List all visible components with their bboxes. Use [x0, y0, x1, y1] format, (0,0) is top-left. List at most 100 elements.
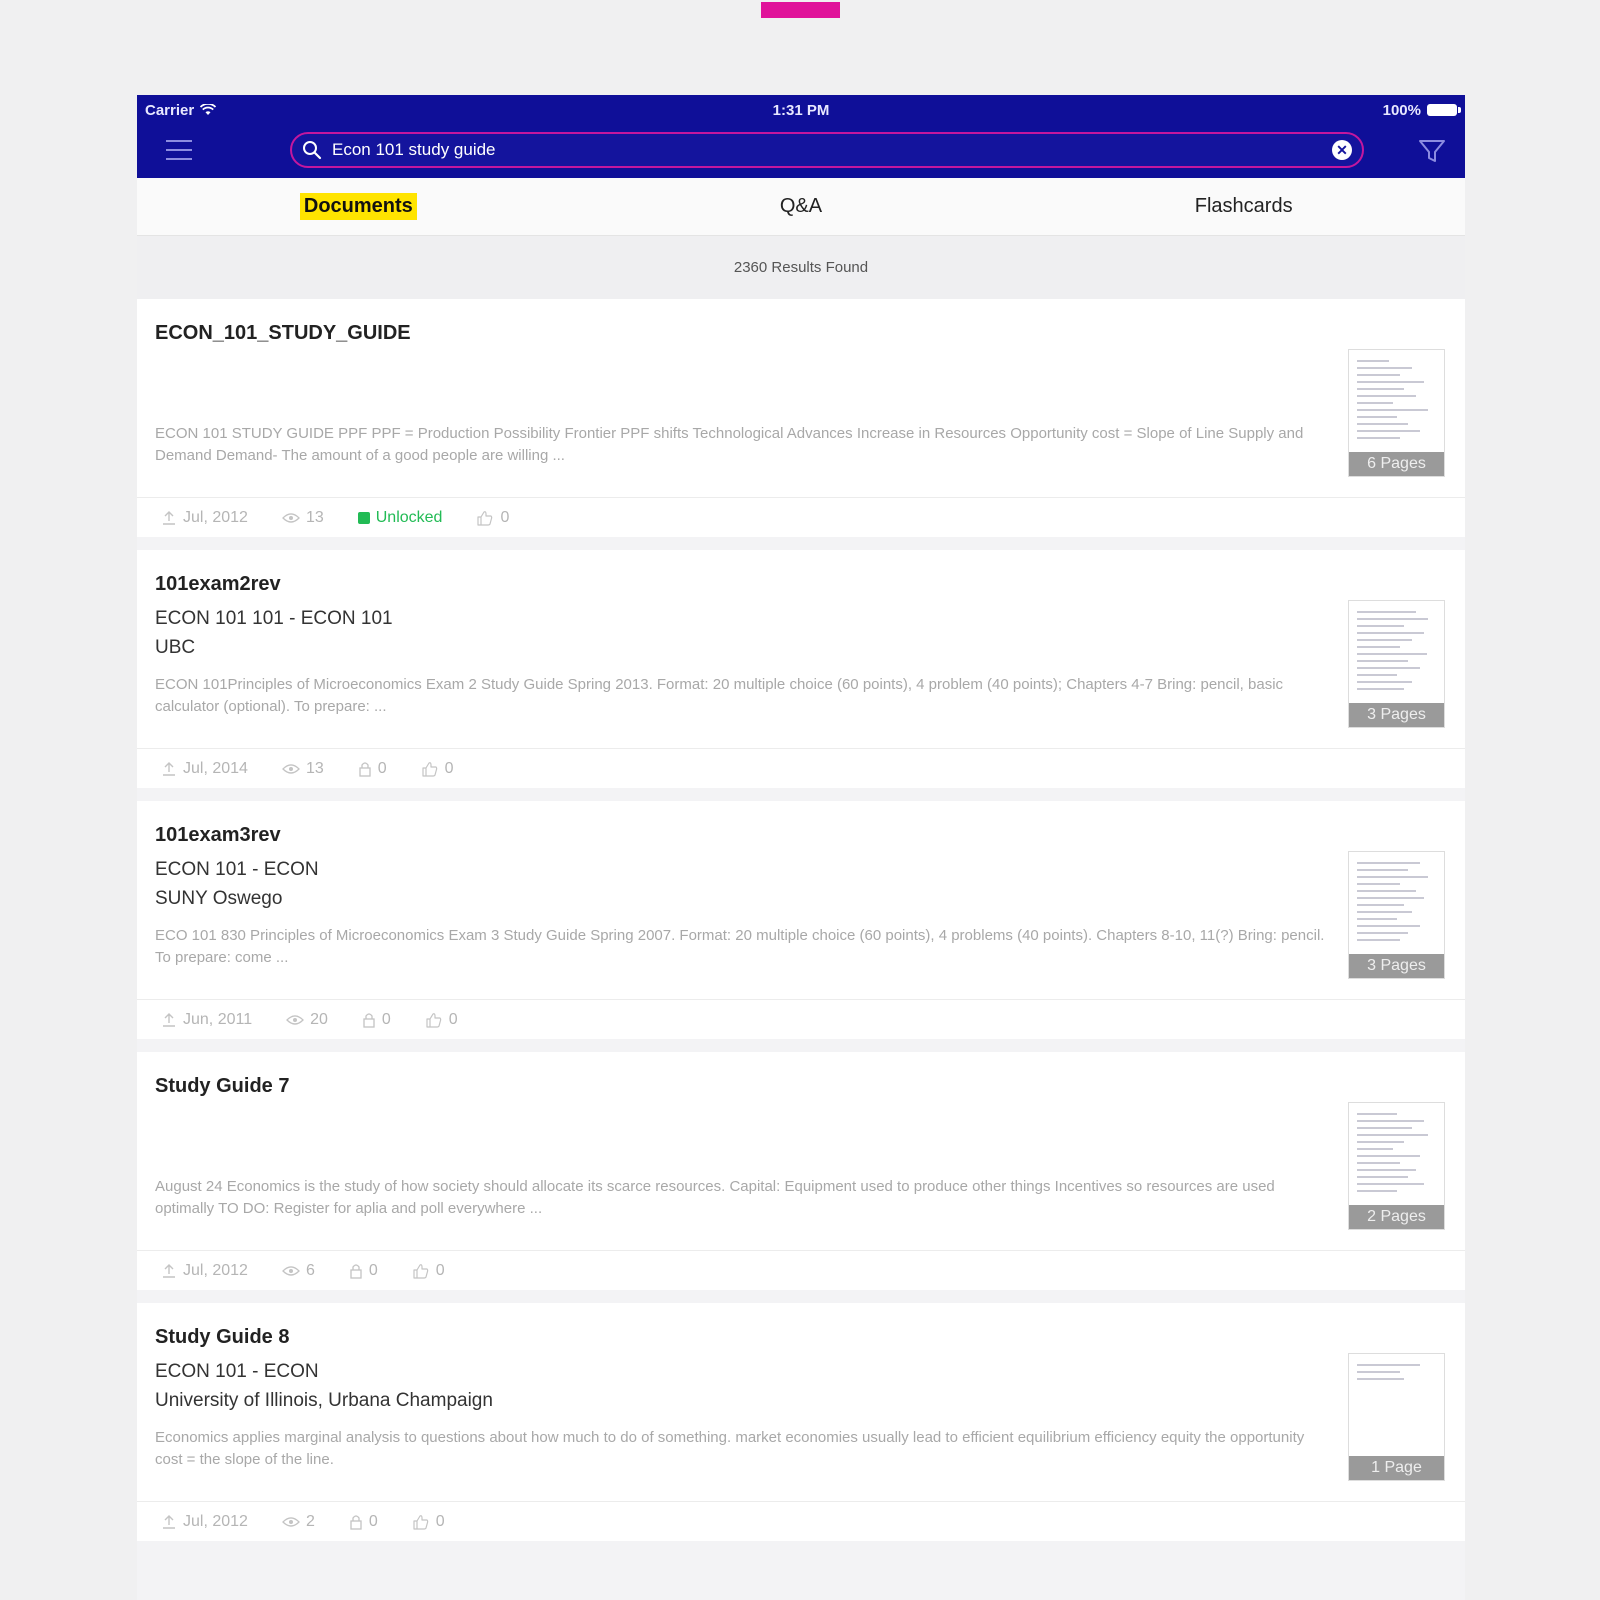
like-count[interactable]: 0: [421, 760, 454, 778]
search-box[interactable]: ✕: [290, 132, 1364, 168]
document-meta: Jul, 2014 13 0 0: [137, 748, 1465, 788]
document-thumbnail[interactable]: 6 Pages: [1348, 349, 1445, 477]
document-card[interactable]: 101exam2rev ECON 101 101 - ECON 101 UBC …: [137, 550, 1465, 788]
thumbs-up-icon: [413, 1514, 429, 1530]
document-meta: Jul, 2012 13 Unlocked 0: [137, 497, 1465, 537]
page-count: 3 Pages: [1349, 703, 1444, 727]
document-card[interactable]: Study Guide 7 August 24 Economics is the…: [137, 1052, 1465, 1290]
document-course: [155, 353, 1295, 382]
unlocked-label: Unlocked: [375, 508, 443, 526]
thumbs-up-icon: [426, 1012, 442, 1028]
unlocks-label: 0: [381, 1010, 391, 1028]
likes-label: 0: [435, 1261, 445, 1279]
tab-bar: Documents Q&A Flashcards: [137, 178, 1465, 236]
thumbnail-preview-lines: [1357, 1364, 1436, 1452]
clear-search-icon[interactable]: ✕: [1332, 140, 1352, 160]
upload-date: Jul, 2012: [161, 509, 248, 527]
document-list: ECON_101_STUDY_GUIDE ECON 101 STUDY GUID…: [137, 299, 1465, 1541]
document-card-body[interactable]: 101exam2rev ECON 101 101 - ECON 101 UBC …: [137, 550, 1465, 748]
tab-documents[interactable]: Documents: [137, 178, 580, 235]
app-header: Carrier 1:31 PM 100% Econ 101 study guid…: [137, 95, 1465, 178]
document-school: UBC: [155, 637, 196, 658]
document-snippet: ECON 101Principles of Microeconomics Exa…: [155, 676, 1284, 715]
document-meta: Jul, 2012 2 0 0: [137, 1501, 1465, 1541]
views-label: 13: [305, 508, 324, 526]
top-accent-bar: [761, 2, 840, 18]
document-school: SUNY Oswego: [155, 888, 283, 909]
search-icon: [303, 141, 322, 160]
unlock-status: 0: [362, 1011, 391, 1029]
document-snippet: August 24 Economics is the study of how …: [155, 1178, 1275, 1217]
document-card-body[interactable]: ECON_101_STUDY_GUIDE ECON 101 STUDY GUID…: [137, 299, 1465, 497]
unlock-status: Unlocked: [357, 508, 443, 527]
status-time: 1:31 PM: [772, 101, 830, 119]
views-label: 2: [305, 1512, 315, 1530]
document-snippet: ECON 101 STUDY GUIDE PPF PPF = Productio…: [155, 425, 1304, 464]
tab-flashcards[interactable]: Flashcards: [1022, 178, 1465, 235]
document-card[interactable]: 101exam3rev ECON 101 - ECON SUNY Oswego …: [137, 801, 1465, 1039]
document-thumbnail[interactable]: 3 Pages: [1348, 851, 1445, 979]
document-school: [155, 382, 1295, 411]
filter-icon[interactable]: [1417, 137, 1447, 165]
document-card[interactable]: ECON_101_STUDY_GUIDE ECON 101 STUDY GUID…: [137, 299, 1465, 537]
lock-icon: [350, 1514, 362, 1530]
eye-icon: [282, 1516, 300, 1527]
upload-icon: [163, 761, 175, 776]
menu-button[interactable]: [159, 130, 199, 170]
document-snippet: Economics applies marginal analysis to q…: [155, 1429, 1305, 1468]
app-screen: Carrier 1:31 PM 100% Econ 101 study guid…: [137, 95, 1465, 1600]
document-thumbnail[interactable]: 2 Pages: [1348, 1102, 1445, 1230]
results-count: 2360 Results Found: [137, 236, 1465, 299]
document-title[interactable]: Study Guide 7: [155, 1072, 1295, 1106]
thumbs-up-icon: [422, 761, 437, 777]
upload-date: Jun, 2011: [161, 1011, 252, 1029]
thumbs-up-icon: [477, 510, 493, 526]
document-card-body[interactable]: 101exam3rev ECON 101 - ECON SUNY Oswego …: [137, 801, 1465, 999]
thumbs-up-icon: [413, 1263, 429, 1279]
thumbnail-preview-lines: [1357, 1113, 1436, 1201]
document-card-body[interactable]: Study Guide 7 August 24 Economics is the…: [137, 1052, 1465, 1250]
upload-date: Jul, 2012: [161, 1262, 248, 1280]
views-label: 6: [305, 1261, 315, 1279]
document-snippet: ECO 101 830 Principles of Microeconomics…: [155, 927, 1325, 966]
document-title[interactable]: Study Guide 8: [155, 1323, 1295, 1357]
document-course: ECON 101 - ECON: [155, 859, 319, 880]
search-input[interactable]: [332, 140, 1332, 160]
date-label: Jul, 2012: [183, 508, 248, 526]
document-title[interactable]: ECON_101_STUDY_GUIDE: [155, 319, 1295, 353]
upload-date: Jul, 2012: [161, 1513, 248, 1531]
view-count: 13: [282, 760, 324, 778]
likes-label: 0: [444, 759, 454, 777]
document-thumbnail[interactable]: 1 Page: [1348, 1353, 1445, 1481]
lock-icon: [363, 1012, 375, 1028]
document-title[interactable]: 101exam3rev: [155, 821, 1295, 855]
eye-icon: [282, 763, 300, 774]
page-count: 3 Pages: [1349, 954, 1444, 978]
document-meta: Jul, 2012 6 0 0: [137, 1250, 1465, 1290]
battery-icon: [1427, 104, 1461, 116]
upload-date: Jul, 2014: [161, 760, 248, 778]
like-count[interactable]: 0: [476, 509, 509, 527]
date-label: Jul, 2014: [183, 759, 248, 777]
thumbnail-preview-lines: [1357, 360, 1436, 448]
likes-label: 0: [500, 508, 510, 526]
document-meta: Jun, 2011 20 0 0: [137, 999, 1465, 1039]
status-bar: Carrier 1:31 PM 100%: [137, 95, 1465, 125]
tab-label: Documents: [299, 193, 417, 220]
document-card[interactable]: Study Guide 8 ECON 101 - ECON University…: [137, 1303, 1465, 1541]
like-count[interactable]: 0: [412, 1513, 445, 1531]
tab-qa[interactable]: Q&A: [580, 178, 1023, 235]
document-title[interactable]: 101exam2rev: [155, 570, 1295, 604]
carrier-label: Carrier: [145, 101, 195, 119]
toolbar: ✕: [137, 129, 1465, 171]
hamburger-line: [166, 158, 192, 160]
document-card-body[interactable]: Study Guide 8 ECON 101 - ECON University…: [137, 1303, 1465, 1501]
like-count[interactable]: 0: [412, 1262, 445, 1280]
unlock-status: 0: [349, 1513, 378, 1531]
hamburger-line: [166, 140, 192, 142]
eye-icon: [286, 1014, 305, 1025]
document-course: [155, 1106, 1295, 1135]
document-thumbnail[interactable]: 3 Pages: [1348, 600, 1445, 728]
like-count[interactable]: 0: [425, 1011, 458, 1029]
tab-label: Q&A: [779, 195, 823, 217]
